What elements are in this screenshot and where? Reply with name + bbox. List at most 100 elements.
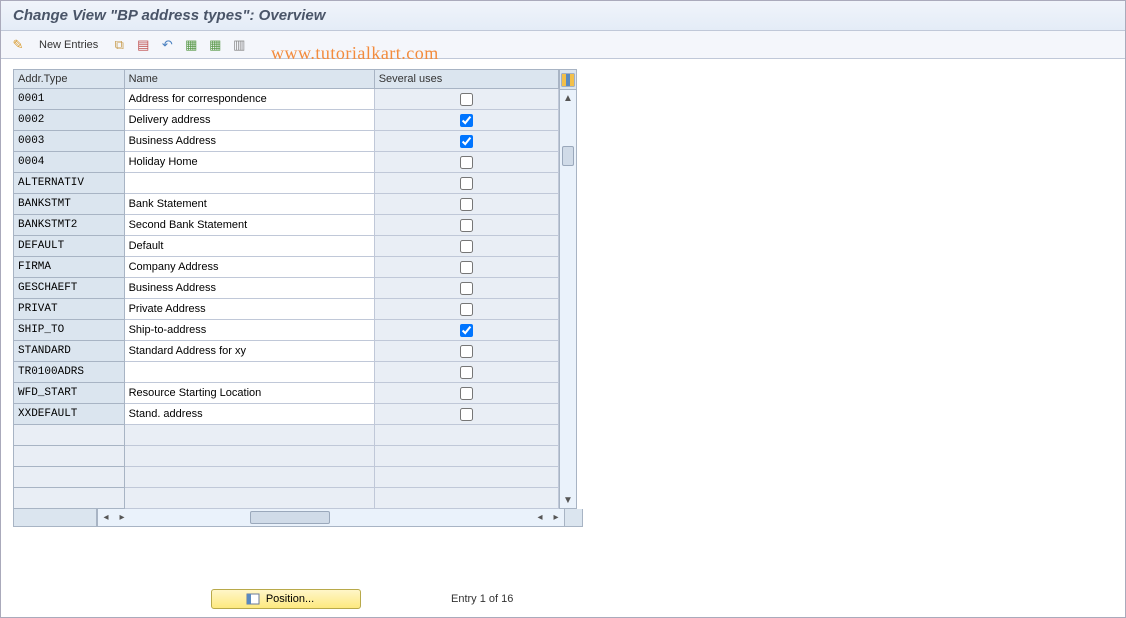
deselect-all-icon[interactable]: ▥: [230, 36, 248, 54]
table-row[interactable]: 0003Business Address: [14, 131, 559, 152]
table-row[interactable]: WFD_STARTResource Starting Location: [14, 383, 559, 404]
table-row[interactable]: BANKSTMTBank Statement: [14, 194, 559, 215]
several-uses-checkbox[interactable]: [460, 366, 473, 379]
position-button[interactable]: Position...: [211, 589, 361, 609]
name-cell[interactable]: Ship-to-address: [124, 320, 374, 341]
hscroll-track[interactable]: [130, 509, 532, 526]
hscroll-thumb[interactable]: [250, 511, 330, 524]
addr-type-cell[interactable]: 0003: [14, 131, 125, 152]
select-all-icon[interactable]: ▦: [182, 36, 200, 54]
several-uses-checkbox[interactable]: [460, 324, 473, 337]
several-uses-checkbox[interactable]: [460, 177, 473, 190]
several-uses-checkbox[interactable]: [460, 282, 473, 295]
hscroll-left-pad: [13, 509, 97, 527]
name-cell[interactable]: Company Address: [124, 257, 374, 278]
addr-type-cell[interactable]: FIRMA: [14, 257, 125, 278]
empty-cell: [124, 488, 374, 509]
name-cell[interactable]: Private Address: [124, 299, 374, 320]
addr-type-cell[interactable]: BANKSTMT: [14, 194, 125, 215]
addr-type-cell[interactable]: PRIVAT: [14, 299, 125, 320]
col-header-name[interactable]: Name: [124, 70, 374, 89]
hscroll-right-pad: [565, 509, 583, 527]
horizontal-scrollbar[interactable]: ◂ ▸ ◂ ▸: [97, 509, 565, 527]
table-row[interactable]: FIRMACompany Address: [14, 257, 559, 278]
several-uses-checkbox[interactable]: [460, 219, 473, 232]
scroll-left-icon[interactable]: ▸: [114, 512, 130, 523]
table-row[interactable]: SHIP_TOShip-to-address: [14, 320, 559, 341]
edit-icon[interactable]: ✎: [9, 36, 27, 54]
addr-type-cell[interactable]: 0001: [14, 89, 125, 110]
table-row[interactable]: DEFAULTDefault: [14, 236, 559, 257]
scroll-down-icon[interactable]: ▼: [560, 492, 576, 508]
name-cell[interactable]: Business Address: [124, 278, 374, 299]
several-uses-checkbox[interactable]: [460, 261, 473, 274]
several-uses-checkbox[interactable]: [460, 387, 473, 400]
delete-icon[interactable]: ▤: [134, 36, 152, 54]
vscroll-track[interactable]: [560, 106, 576, 492]
table-row[interactable]: ALTERNATIV: [14, 173, 559, 194]
several-uses-checkbox[interactable]: [460, 156, 473, 169]
name-cell[interactable]: Standard Address for xy: [124, 341, 374, 362]
table-row[interactable]: 0004Holiday Home: [14, 152, 559, 173]
new-entries-button[interactable]: New Entries: [33, 37, 104, 53]
copy-icon[interactable]: ⧉: [110, 36, 128, 54]
name-cell[interactable]: Resource Starting Location: [124, 383, 374, 404]
several-uses-cell: [374, 173, 558, 194]
vscroll-thumb[interactable]: [562, 146, 574, 166]
several-uses-checkbox[interactable]: [460, 135, 473, 148]
several-uses-checkbox[interactable]: [460, 240, 473, 253]
addr-type-cell[interactable]: STANDARD: [14, 341, 125, 362]
addr-type-cell[interactable]: 0002: [14, 110, 125, 131]
col-header-several-uses[interactable]: Several uses: [374, 70, 558, 89]
empty-cell: [374, 446, 558, 467]
several-uses-checkbox[interactable]: [460, 303, 473, 316]
select-block-icon[interactable]: ▦: [206, 36, 224, 54]
addr-type-cell[interactable]: TR0100ADRS: [14, 362, 125, 383]
name-cell[interactable]: Holiday Home: [124, 152, 374, 173]
scroll-last-icon[interactable]: ▸: [548, 512, 564, 523]
col-header-addr-type[interactable]: Addr.Type: [14, 70, 125, 89]
scroll-up-icon[interactable]: ▲: [560, 90, 576, 106]
addr-type-cell[interactable]: SHIP_TO: [14, 320, 125, 341]
name-cell[interactable]: Stand. address: [124, 404, 374, 425]
several-uses-cell: [374, 194, 558, 215]
scroll-right-icon[interactable]: ◂: [532, 512, 548, 523]
several-uses-checkbox[interactable]: [460, 408, 473, 421]
name-cell[interactable]: [124, 173, 374, 194]
several-uses-checkbox[interactable]: [460, 198, 473, 211]
table-row[interactable]: 0001Address for correspondence: [14, 89, 559, 110]
scroll-first-icon[interactable]: ◂: [98, 512, 114, 523]
table-row[interactable]: 0002Delivery address: [14, 110, 559, 131]
several-uses-checkbox[interactable]: [460, 345, 473, 358]
table-row[interactable]: TR0100ADRS: [14, 362, 559, 383]
addr-type-cell[interactable]: ALTERNATIV: [14, 173, 125, 194]
name-cell[interactable]: Delivery address: [124, 110, 374, 131]
table-row-empty: [14, 425, 559, 446]
undo-icon[interactable]: ↶: [158, 36, 176, 54]
several-uses-cell: [374, 299, 558, 320]
table-row[interactable]: STANDARDStandard Address for xy: [14, 341, 559, 362]
name-cell[interactable]: [124, 362, 374, 383]
addr-type-cell[interactable]: XXDEFAULT: [14, 404, 125, 425]
table-settings-icon[interactable]: [560, 70, 576, 90]
name-cell[interactable]: Bank Statement: [124, 194, 374, 215]
name-cell[interactable]: Address for correspondence: [124, 89, 374, 110]
table-row[interactable]: GESCHAEFTBusiness Address: [14, 278, 559, 299]
addr-type-cell[interactable]: BANKSTMT2: [14, 215, 125, 236]
several-uses-cell: [374, 362, 558, 383]
name-cell[interactable]: Business Address: [124, 131, 374, 152]
several-uses-checkbox[interactable]: [460, 93, 473, 106]
addr-type-cell[interactable]: DEFAULT: [14, 236, 125, 257]
name-cell[interactable]: Default: [124, 236, 374, 257]
table-row[interactable]: BANKSTMT2Second Bank Statement: [14, 215, 559, 236]
table-row[interactable]: XXDEFAULTStand. address: [14, 404, 559, 425]
vertical-scrollbar[interactable]: ▲ ▼: [559, 69, 577, 509]
several-uses-checkbox[interactable]: [460, 114, 473, 127]
table-row[interactable]: PRIVATPrivate Address: [14, 299, 559, 320]
addr-type-cell[interactable]: 0004: [14, 152, 125, 173]
name-cell[interactable]: Second Bank Statement: [124, 215, 374, 236]
entry-counter: Entry 1 of 16: [451, 593, 513, 605]
several-uses-cell: [374, 257, 558, 278]
addr-type-cell[interactable]: GESCHAEFT: [14, 278, 125, 299]
addr-type-cell[interactable]: WFD_START: [14, 383, 125, 404]
